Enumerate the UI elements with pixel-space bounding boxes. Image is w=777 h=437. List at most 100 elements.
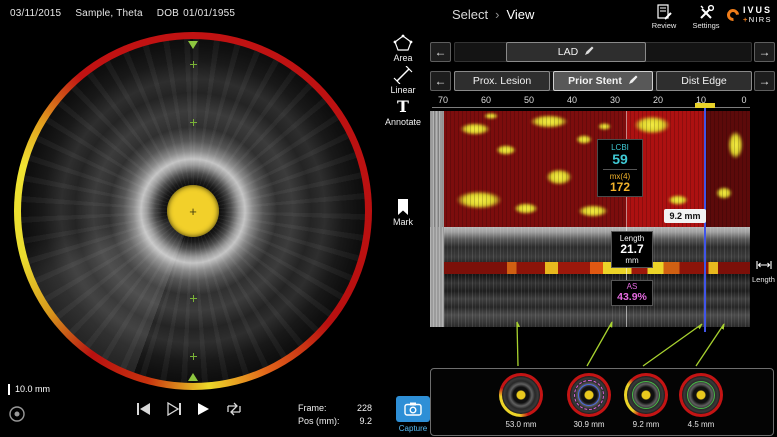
breadcrumb: Select›View — [452, 7, 534, 22]
bookmark-panel: 53.0 mm 30.9 mm 9.2 mm 4.5 mm — [430, 368, 774, 436]
left-arrow-icon: ← — [435, 74, 447, 88]
segment-button-dist-edge[interactable]: Dist Edge — [656, 71, 752, 91]
bookmark-arrows — [430, 316, 774, 368]
no-data-strip — [430, 227, 444, 327]
bookmark-thumb-2[interactable] — [567, 373, 611, 417]
review-label: Review — [644, 21, 684, 30]
tool-linear-label: Linear — [381, 85, 425, 95]
vessel-prev-button[interactable]: ← — [430, 42, 451, 62]
step-forward-icon — [166, 402, 182, 416]
app-root: 03/11/2015Sample, ThetaDOB01/01/1955 + 1… — [0, 0, 777, 437]
play-button[interactable] — [196, 402, 210, 418]
lipid-blob — [598, 123, 611, 130]
ruler-tick: 0 — [734, 95, 754, 105]
logo-line1: IVUS — [743, 6, 772, 15]
segment-button-prior-stent[interactable]: Prior Stent — [553, 71, 653, 91]
right-arrow-icon: → — [759, 74, 771, 88]
lipid-blob — [576, 135, 592, 144]
lcbi-stat-box: LCBI 59 mx(4) 172 — [597, 139, 643, 197]
pos-value: 9.2 — [346, 416, 372, 426]
as-label: AS — [612, 282, 652, 291]
tool-annotate-button[interactable]: T Annotate — [381, 98, 425, 127]
thumb-contour-blue — [578, 384, 600, 406]
settings-button[interactable]: Settings — [686, 4, 726, 30]
length-stat-box: Length 21.7 mm — [611, 231, 653, 268]
brand-icon — [725, 7, 742, 24]
step-forward-button[interactable] — [166, 402, 182, 418]
play-icon — [196, 402, 210, 416]
ruler-tick: 70 — [433, 95, 453, 105]
vessel-select-button[interactable]: LAD — [506, 42, 646, 62]
position-tag: 9.2 mm — [664, 209, 706, 223]
length-tool-button[interactable]: Length — [750, 258, 777, 284]
review-button[interactable]: Review — [644, 4, 684, 30]
step-back-icon — [136, 402, 152, 416]
vessel-next-button[interactable]: → — [754, 42, 775, 62]
lipid-blob — [634, 116, 670, 134]
as-value: 43.9% — [612, 291, 652, 303]
study-date: 03/11/2015 — [10, 8, 61, 19]
longitudinal-ivus[interactable] — [430, 227, 750, 327]
lipid-blob — [460, 123, 490, 135]
brand-logo: IVUS +NIRS — [727, 6, 772, 24]
bookmark-label: 53.0 mm — [491, 420, 551, 429]
lipid-blob — [496, 145, 516, 155]
length-tool-label: Length — [750, 275, 777, 284]
tool-linear-button[interactable]: Linear — [381, 66, 425, 95]
ivus-cross-section[interactable]: + — [21, 39, 365, 383]
bookmark-thumb-4[interactable] — [679, 373, 723, 417]
ruler-tick: 40 — [562, 95, 582, 105]
axis-tick — [190, 61, 197, 68]
scale-label: 10.0 mm — [8, 384, 50, 395]
area-icon — [381, 34, 425, 52]
dob-value: 01/01/1955 — [183, 8, 235, 19]
step-back-button[interactable] — [136, 402, 152, 418]
mark-flag-icon — [381, 198, 425, 216]
playback-controls — [136, 402, 244, 418]
patient-name: Sample, Theta — [75, 8, 142, 19]
bookmark-thumb-3[interactable] — [624, 373, 668, 417]
segment-prev-button[interactable]: ← — [430, 71, 451, 91]
segment-next-button[interactable]: → — [754, 71, 775, 91]
lipid-blob — [546, 169, 572, 185]
tool-area-button[interactable]: Area — [381, 34, 425, 63]
no-data-strip — [430, 111, 444, 227]
lipid-blob — [530, 115, 568, 128]
frame-value: 228 — [346, 403, 372, 413]
lipid-blob — [668, 195, 688, 205]
bookmark-label: 30.9 mm — [559, 420, 619, 429]
capture-button[interactable] — [396, 396, 430, 422]
lipid-blob — [456, 191, 502, 209]
patient-banner: 03/11/2015Sample, ThetaDOB01/01/1955 — [10, 8, 249, 19]
lcbi-value: 59 — [612, 152, 628, 167]
nav-select[interactable]: Select — [452, 7, 488, 22]
settings-label: Settings — [686, 21, 726, 30]
segment-button-prox-lesion[interactable]: Prox. Lesion — [454, 71, 550, 91]
lipid-blob — [514, 203, 538, 214]
capture-label: Capture — [388, 424, 438, 433]
thumb-contour-green — [687, 381, 715, 409]
segment-label: Dist Edge — [681, 75, 727, 87]
right-arrow-icon: → — [759, 45, 771, 59]
divider — [603, 169, 637, 170]
bookmark-thumb-1[interactable] — [499, 373, 543, 417]
thumb-ivus-image — [502, 376, 540, 414]
ruler-tick: 20 — [648, 95, 668, 105]
edit-pencil-icon — [628, 75, 638, 88]
catheter-mask: + — [167, 185, 219, 237]
review-icon — [644, 4, 684, 20]
ruler-tick: 60 — [476, 95, 496, 105]
block-chemogram — [430, 262, 750, 274]
angle-marker-bottom-icon — [188, 373, 198, 381]
bookmark-label: 9.2 mm — [616, 420, 676, 429]
ruler-tick: 50 — [519, 95, 539, 105]
snapshot-gallery-icon[interactable] — [8, 405, 26, 423]
tool-mark-button[interactable]: Mark — [381, 198, 425, 227]
nav-view: View — [506, 7, 534, 22]
lipid-blob — [578, 205, 608, 217]
linear-ruler-icon — [381, 66, 425, 84]
segment-label: Prox. Lesion — [473, 75, 531, 87]
ruler-tick: 30 — [605, 95, 625, 105]
loop-button[interactable] — [224, 402, 244, 418]
frame-info: Frame: 228 Pos (mm): 9.2 — [298, 403, 372, 426]
